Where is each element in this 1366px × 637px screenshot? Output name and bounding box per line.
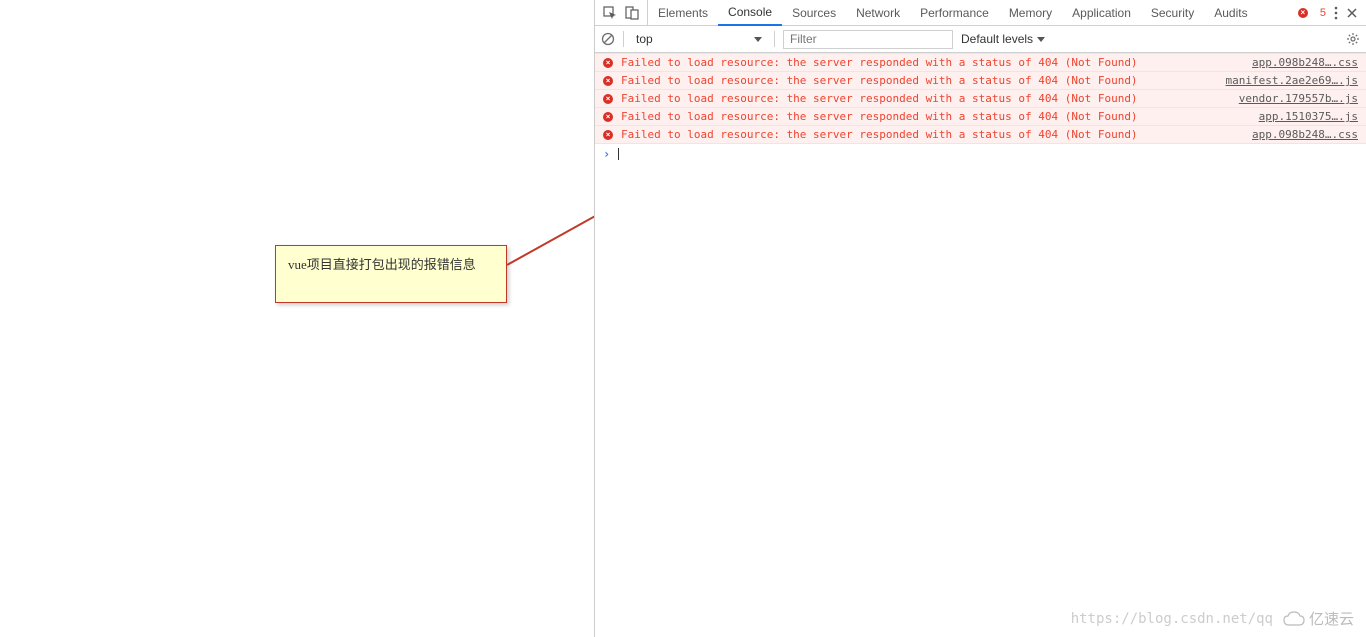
toggle-device-icon[interactable] <box>625 6 639 20</box>
inspect-element-icon[interactable] <box>603 6 617 20</box>
tab-audits[interactable]: Audits <box>1204 0 1257 26</box>
console-error-row[interactable]: × Failed to load resource: the server re… <box>595 71 1366 90</box>
devtools-panel: Elements Console Sources Network Perform… <box>594 0 1366 637</box>
tab-console-label: Console <box>728 5 772 19</box>
console-output: × Failed to load resource: the server re… <box>595 53 1366 637</box>
tab-elements-label: Elements <box>658 6 708 20</box>
console-prompt[interactable]: › <box>595 144 1366 163</box>
error-icon: × <box>1298 8 1308 18</box>
console-error-row[interactable]: × Failed to load resource: the server re… <box>595 53 1366 72</box>
levels-label: Default levels <box>961 32 1033 46</box>
clear-console-icon[interactable] <box>601 32 615 46</box>
error-icon: × <box>603 112 613 122</box>
context-selector[interactable]: top <box>632 32 766 46</box>
console-error-row[interactable]: × Failed to load resource: the server re… <box>595 89 1366 108</box>
prompt-cursor <box>618 148 619 160</box>
filter-input[interactable] <box>783 30 953 49</box>
error-source-link[interactable]: app.098b248….css <box>1252 56 1358 69</box>
error-source-link[interactable]: app.098b248….css <box>1252 128 1358 141</box>
toolbar-separator <box>623 31 624 47</box>
error-count-badge[interactable]: × 5 <box>1298 7 1326 19</box>
log-levels-selector[interactable]: Default levels <box>961 32 1045 46</box>
tab-console[interactable]: Console <box>718 0 782 26</box>
watermark: https://blog.csdn.net/qq 亿速云 <box>1071 608 1354 629</box>
settings-gear-icon[interactable] <box>1346 32 1360 46</box>
page-content-area <box>0 0 594 637</box>
tab-sources-label: Sources <box>792 6 836 20</box>
tab-audits-label: Audits <box>1214 6 1247 20</box>
annotation-text: vue项目直接打包出现的报错信息 <box>288 257 476 272</box>
watermark-brand-text: 亿速云 <box>1309 608 1354 629</box>
chevron-down-icon <box>754 37 762 42</box>
more-icon[interactable] <box>1334 6 1338 20</box>
toolbar-separator <box>774 31 775 47</box>
tab-security[interactable]: Security <box>1141 0 1204 26</box>
tab-network[interactable]: Network <box>846 0 910 26</box>
tab-application[interactable]: Application <box>1062 0 1141 26</box>
annotation-callout: vue项目直接打包出现的报错信息 <box>275 245 507 303</box>
context-label: top <box>636 32 653 46</box>
error-icon: × <box>603 58 613 68</box>
chevron-down-icon <box>1037 37 1045 42</box>
watermark-logo: 亿速云 <box>1283 608 1354 629</box>
console-toolbar: top Default levels <box>595 26 1366 53</box>
error-count-number: 5 <box>1320 7 1326 19</box>
close-icon[interactable] <box>1346 7 1358 19</box>
error-message: Failed to load resource: the server resp… <box>621 74 1218 87</box>
error-message: Failed to load resource: the server resp… <box>621 56 1244 69</box>
console-error-row[interactable]: × Failed to load resource: the server re… <box>595 125 1366 144</box>
error-icon: × <box>603 130 613 140</box>
error-icon: × <box>603 94 613 104</box>
error-source-link[interactable]: app.1510375….js <box>1259 110 1358 123</box>
tab-network-label: Network <box>856 6 900 20</box>
error-source-link[interactable]: manifest.2ae2e69….js <box>1226 74 1358 87</box>
tab-memory-label: Memory <box>1009 6 1052 20</box>
tab-elements[interactable]: Elements <box>648 0 718 26</box>
tab-security-label: Security <box>1151 6 1194 20</box>
error-message: Failed to load resource: the server resp… <box>621 92 1231 105</box>
devtools-tabs-bar: Elements Console Sources Network Perform… <box>595 0 1366 26</box>
watermark-url: https://blog.csdn.net/qq <box>1071 611 1273 627</box>
error-source-link[interactable]: vendor.179557b….js <box>1239 92 1358 105</box>
tab-performance-label: Performance <box>920 6 989 20</box>
tab-performance[interactable]: Performance <box>910 0 999 26</box>
tabs-right-group: × 5 <box>1298 6 1362 20</box>
prompt-chevron-icon: › <box>603 147 610 161</box>
tab-application-label: Application <box>1072 6 1131 20</box>
error-message: Failed to load resource: the server resp… <box>621 110 1251 123</box>
tab-icons-group <box>599 0 648 25</box>
tab-sources[interactable]: Sources <box>782 0 846 26</box>
console-error-row[interactable]: × Failed to load resource: the server re… <box>595 107 1366 126</box>
error-icon: × <box>603 76 613 86</box>
tab-memory[interactable]: Memory <box>999 0 1062 26</box>
error-message: Failed to load resource: the server resp… <box>621 128 1244 141</box>
